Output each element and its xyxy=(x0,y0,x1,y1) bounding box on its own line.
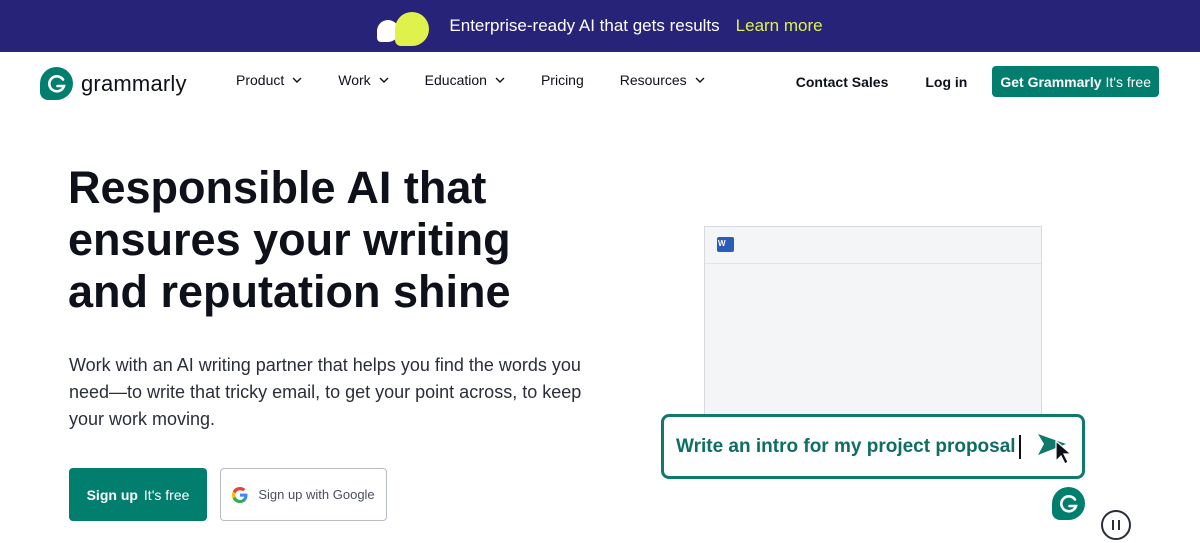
grammarly-g-icon[interactable] xyxy=(1052,487,1085,520)
document-window: W xyxy=(704,226,1042,426)
hero-title-line: Responsible AI that xyxy=(68,162,487,213)
document-toolbar: W xyxy=(705,227,1041,264)
grammarly-logo[interactable]: grammarly xyxy=(40,67,187,100)
login-link[interactable]: Log in xyxy=(925,74,967,90)
main-nav: grammarly Product Work Education Pricing… xyxy=(0,52,1200,112)
signup-button[interactable]: Sign up It's free xyxy=(69,468,207,521)
announcement-banner: Enterprise-ready AI that gets results Le… xyxy=(0,0,1200,52)
chevron-down-icon xyxy=(292,77,302,83)
cta-label: Get Grammarly xyxy=(1000,73,1102,90)
brand-name: grammarly xyxy=(81,70,187,96)
grammarly-g-icon xyxy=(40,67,73,100)
chevron-down-icon xyxy=(695,77,705,83)
hero-subtitle: Work with an AI writing partner that hel… xyxy=(69,355,582,429)
signup-label: Sign up xyxy=(86,486,138,503)
banner-logo-icon xyxy=(377,6,433,46)
nav-item-label: Pricing xyxy=(540,72,584,88)
nav-item-product[interactable]: Product xyxy=(236,72,302,88)
signup-google-button[interactable]: Sign up with Google xyxy=(220,468,387,521)
ai-prompt-box[interactable]: Write an intro for my project proposal xyxy=(661,414,1085,479)
nav-item-resources[interactable]: Resources xyxy=(620,72,705,88)
signup-sublabel: It's free xyxy=(143,486,190,503)
google-button-label: Sign up with Google xyxy=(258,487,375,502)
text-cursor xyxy=(1018,434,1021,459)
nav-item-education[interactable]: Education xyxy=(425,72,505,88)
google-icon xyxy=(232,486,248,503)
hero-title-line: ensures your writing xyxy=(68,214,511,265)
banner-text: Enterprise-ready AI that gets results xyxy=(449,16,720,35)
chevron-down-icon xyxy=(495,77,505,83)
nav-item-label: Work xyxy=(338,72,371,88)
nav-actions: Contact Sales Log in Get Grammarly It's … xyxy=(796,66,1159,97)
cta-sublabel: It's free xyxy=(1105,73,1151,90)
send-icon[interactable] xyxy=(1036,431,1080,465)
nav-item-label: Resources xyxy=(619,72,687,88)
hero-title-line: and reputation shine xyxy=(68,266,511,317)
get-grammarly-button[interactable]: Get Grammarly It's free xyxy=(992,66,1159,97)
word-icon: W xyxy=(717,237,734,252)
nav-item-label: Education xyxy=(424,72,487,88)
pause-icon[interactable] xyxy=(1101,510,1131,540)
word-icon-letter: W xyxy=(718,239,726,248)
chevron-down-icon xyxy=(379,77,389,83)
prompt-text: Write an intro for my project proposal xyxy=(676,435,1016,457)
contact-sales-link[interactable]: Contact Sales xyxy=(796,74,889,90)
nav-links: Product Work Education Pricing Resources xyxy=(236,72,741,88)
learn-more-link[interactable]: Learn more xyxy=(736,16,823,36)
nav-item-pricing[interactable]: Pricing xyxy=(541,72,584,88)
nav-item-work[interactable]: Work xyxy=(338,72,389,88)
hero-title: Responsible AI that ensures your writing… xyxy=(68,162,588,318)
nav-item-label: Product xyxy=(236,72,285,88)
